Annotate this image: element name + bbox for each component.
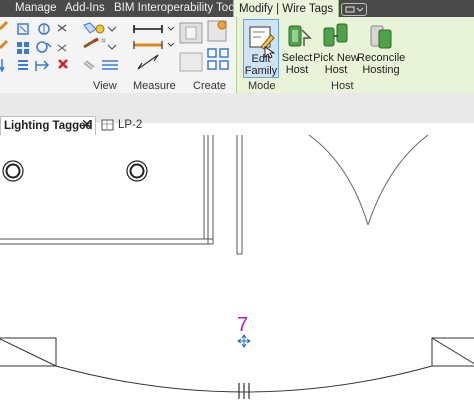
modify-tools-icons[interactable] <box>0 21 75 76</box>
pick-new-host-label-1: Pick New <box>313 52 359 64</box>
reconcile-hosting-label-1: Reconcile <box>357 52 406 64</box>
mouse-cursor-icon <box>264 46 276 59</box>
select-host-label-2: Host <box>285 64 309 76</box>
select-host-button[interactable]: Select Host <box>281 19 313 76</box>
wall-lines <box>0 135 243 255</box>
close-icon[interactable]: ✕ <box>81 116 93 133</box>
create-tools-icons[interactable] <box>176 19 238 77</box>
reconcile-hosting-button[interactable]: Reconcile Hosting <box>357 19 405 76</box>
chevron-down-icon <box>345 6 364 13</box>
pick-new-host-button[interactable]: Pick New Host <box>313 19 359 76</box>
door-swing-arc <box>367 135 429 226</box>
move-grip-icon <box>237 334 251 348</box>
edit-family-label-2: Family <box>244 65 278 77</box>
equipment-box <box>0 337 57 367</box>
panel-label-measure: Measure <box>133 80 176 92</box>
pick-new-host-icon <box>323 23 348 47</box>
light-fixture <box>2 160 24 182</box>
panel-label-mode: Mode <box>248 80 276 92</box>
wire-tag-label[interactable]: 7 <box>237 315 248 335</box>
view-tab-lp-2[interactable]: LP-2 <box>118 119 142 131</box>
ribbon-tab-bar: Manage Add-Ins BIM Interoperability Tool… <box>0 0 474 19</box>
panel-toggle-button[interactable] <box>341 3 367 16</box>
tab-bim-interoperability-tools[interactable]: BIM Interoperability Tools <box>114 0 243 17</box>
drawing-canvas[interactable]: 7 <box>0 135 474 417</box>
panel-label-create: Create <box>193 80 227 92</box>
tab-add-ins[interactable]: Add-Ins <box>65 0 105 17</box>
tab-manage[interactable]: Manage <box>15 0 57 17</box>
wire-tick-marks <box>238 383 250 399</box>
view-tab-label: Lighting Tagged <box>4 120 93 132</box>
equipment-box <box>431 337 474 367</box>
pick-new-host-label-2: Host <box>324 64 348 76</box>
edit-family-button[interactable]: Edit Family <box>243 19 279 78</box>
light-fixture <box>126 160 148 182</box>
floor-plan-view-icon <box>101 119 114 131</box>
reconcile-hosting-icon <box>370 25 392 49</box>
select-host-icon <box>288 25 312 47</box>
reconcile-hosting-label-2: Hosting <box>362 64 400 76</box>
floor-plan-drawing <box>0 135 474 399</box>
view-tools-icons[interactable] <box>80 21 125 76</box>
panel-label-view: View <box>93 80 117 92</box>
select-host-label-1: Select <box>281 52 313 64</box>
door-swing-arc <box>308 135 369 226</box>
panel-label-host: Host <box>331 80 354 92</box>
measure-tools-icons[interactable] <box>128 21 178 76</box>
